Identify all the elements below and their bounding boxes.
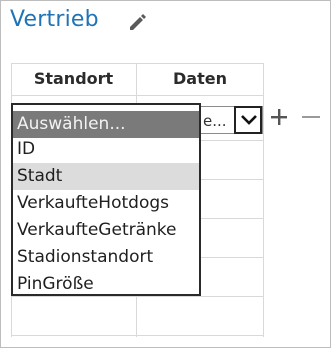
field-select-value: e... [203,112,227,130]
chevron-down-icon[interactable] [234,106,262,134]
field-select[interactable]: e... [197,106,263,134]
field-dropdown-list[interactable]: Auswählen... ID Stadt VerkaufteHotdogs V… [11,103,201,296]
dropdown-option-verkauftehotdogs[interactable]: VerkaufteHotdogs [13,190,199,217]
column-header-daten[interactable]: Daten [137,63,263,94]
remove-button[interactable] [300,105,322,129]
panel-title: Vertrieb [10,7,99,32]
pencil-icon[interactable] [127,12,147,32]
panel-frame: Vertrieb Standort Daten e... Auswählen..… [0,0,331,348]
dropdown-option-pingroesse[interactable]: PinGröße [13,271,199,298]
dropdown-option-auswaehlen[interactable]: Auswählen... [13,111,199,138]
dropdown-option-verkauftegetraenke[interactable]: VerkaufteGetränke [13,217,199,244]
dropdown-option-stadt[interactable]: Stadt [13,163,199,190]
dropdown-option-id[interactable]: ID [13,136,199,163]
add-button[interactable] [269,105,291,129]
dropdown-option-stadionstandort[interactable]: Stadionstandort [13,244,199,271]
column-header-standort[interactable]: Standort [11,63,136,94]
